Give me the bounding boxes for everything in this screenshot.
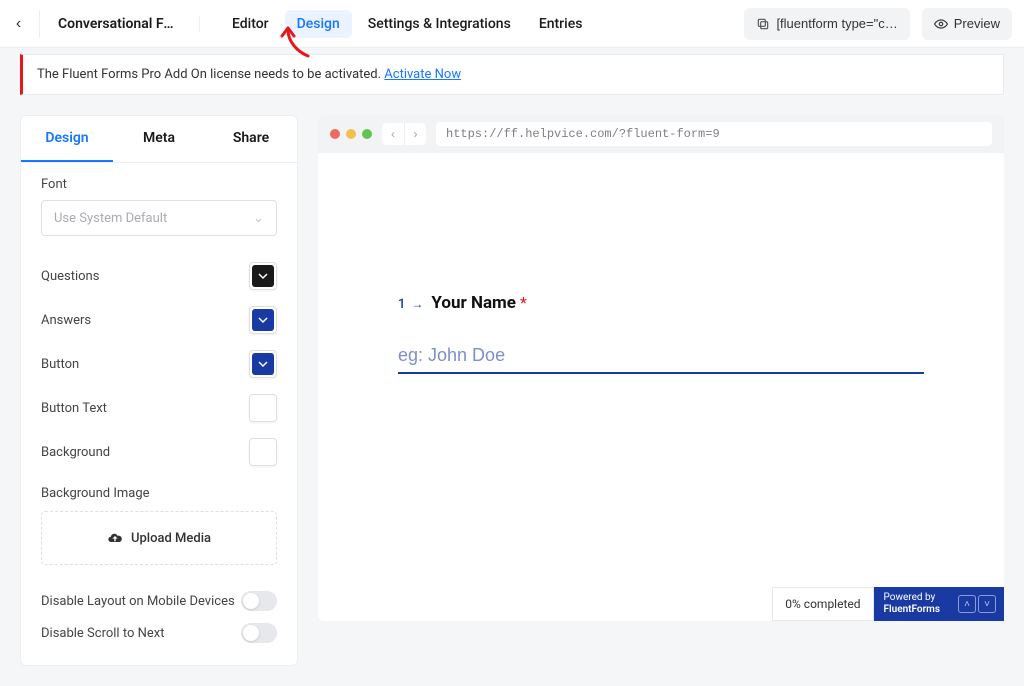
font-select-value: Use System Default	[54, 211, 167, 226]
tab-settings-integrations[interactable]: Settings & Integrations	[356, 10, 523, 38]
form-preview: 1 → Your Name* 0% completed Powered by Flu…	[318, 153, 1004, 621]
button-color-swatch[interactable]	[249, 350, 277, 378]
eye-icon	[934, 17, 948, 31]
questions-color-swatch[interactable]	[249, 262, 277, 290]
browser-back-button[interactable]: ‹	[382, 123, 404, 145]
notice-text: The Fluent Forms Pro Add On license need…	[37, 67, 384, 82]
license-notice: The Fluent Forms Pro Add On license need…	[20, 54, 1004, 95]
color-row-background: Background	[41, 430, 277, 474]
preview-button[interactable]: Preview	[922, 8, 1012, 40]
copy-icon	[756, 17, 770, 31]
brand-line2: FluentForms	[884, 604, 940, 616]
name-input[interactable]	[398, 339, 924, 374]
question-title: Your Name	[431, 293, 516, 313]
color-row-answers: Answers	[41, 298, 277, 342]
cloud-upload-icon	[107, 530, 123, 546]
shortcode-button[interactable]: [fluentform type="c…	[744, 8, 909, 40]
traffic-lights	[330, 129, 372, 139]
design-sidebar: Design Meta Share Font Use System Defaul…	[20, 115, 298, 666]
shortcode-label: [fluentform type="c…	[776, 16, 897, 31]
color-label: Background	[41, 445, 110, 460]
chevron-right-icon: ›	[414, 127, 418, 141]
sidebar-tab-share[interactable]: Share	[205, 116, 297, 162]
progress-text: 0% completed	[785, 597, 860, 611]
bg-image-label: Background Image	[41, 486, 277, 501]
browser-forward-button[interactable]: ›	[404, 123, 426, 145]
disable-mobile-toggle[interactable]	[241, 591, 277, 611]
sidebar-tab-meta[interactable]: Meta	[113, 116, 205, 162]
traffic-red-icon	[330, 129, 340, 139]
answers-color-swatch[interactable]	[249, 306, 277, 334]
traffic-green-icon	[362, 129, 372, 139]
color-label: Button Text	[41, 401, 107, 416]
sidebar-tab-design[interactable]: Design	[21, 116, 113, 162]
color-row-button: Button	[41, 342, 277, 386]
prev-question-button[interactable]: ˄	[958, 595, 976, 613]
toggle-label: Disable Scroll to Next	[41, 626, 164, 641]
preview-footer: 0% completed Powered by FluentForms ˄ ˅	[772, 587, 1004, 621]
toggle-row-disable-mobile: Disable Layout on Mobile Devices	[41, 585, 277, 617]
chevron-down-icon: ˅	[984, 599, 990, 610]
preview-label: Preview	[954, 16, 1000, 31]
question-number: 1	[398, 297, 405, 312]
sidebar-tabs: Design Meta Share	[21, 116, 297, 163]
next-question-button[interactable]: ˅	[978, 595, 996, 613]
toggle-row-disable-scroll: Disable Scroll to Next	[41, 617, 277, 649]
brand-chip[interactable]: Powered by FluentForms	[874, 587, 950, 621]
tab-entries[interactable]: Entries	[527, 10, 595, 38]
tab-editor[interactable]: Editor	[220, 10, 281, 38]
button-text-color-swatch[interactable]	[249, 394, 277, 422]
activate-link[interactable]: Activate Now	[384, 67, 461, 82]
chevron-left-icon: ‹	[16, 15, 21, 33]
footer-nav: ˄ ˅	[950, 587, 1004, 621]
back-button[interactable]: ‹	[12, 10, 40, 38]
chevron-left-icon: ‹	[391, 127, 395, 141]
font-label: Font	[41, 177, 277, 192]
progress-chip: 0% completed	[772, 587, 873, 621]
url-bar[interactable]: https://ff.helpvice.com/?fluent-form=9	[436, 122, 992, 146]
tab-design[interactable]: Design	[285, 10, 352, 38]
color-row-questions: Questions	[41, 254, 277, 298]
chevron-up-icon: ˄	[964, 599, 970, 610]
top-nav: ‹ Conversational Form… Editor Design Set…	[0, 0, 1024, 48]
top-tabs: Editor Design Settings & Integrations En…	[220, 10, 594, 38]
color-row-button-text: Button Text	[41, 386, 277, 430]
disable-scroll-toggle[interactable]	[241, 623, 277, 643]
upload-media-button[interactable]: Upload Media	[41, 511, 277, 565]
color-label: Answers	[41, 313, 91, 328]
color-label: Button	[41, 357, 79, 372]
background-color-swatch[interactable]	[249, 438, 277, 466]
arrow-right-icon: →	[411, 297, 423, 311]
url-text: https://ff.helpvice.com/?fluent-form=9	[446, 127, 720, 141]
chevron-down-icon: ⌄	[253, 211, 264, 226]
required-marker: *	[520, 293, 527, 312]
preview-panel: ‹ › https://ff.helpvice.com/?fluent-form…	[318, 115, 1004, 621]
font-select[interactable]: Use System Default ⌄	[41, 200, 277, 236]
color-label: Questions	[41, 269, 99, 284]
upload-label: Upload Media	[131, 531, 211, 546]
toggle-label: Disable Layout on Mobile Devices	[41, 594, 235, 609]
page-title: Conversational Form…	[50, 16, 200, 32]
browser-bar: ‹ › https://ff.helpvice.com/?fluent-form…	[318, 115, 1004, 153]
brand-line1: Powered by	[884, 592, 940, 604]
traffic-yellow-icon	[346, 129, 356, 139]
